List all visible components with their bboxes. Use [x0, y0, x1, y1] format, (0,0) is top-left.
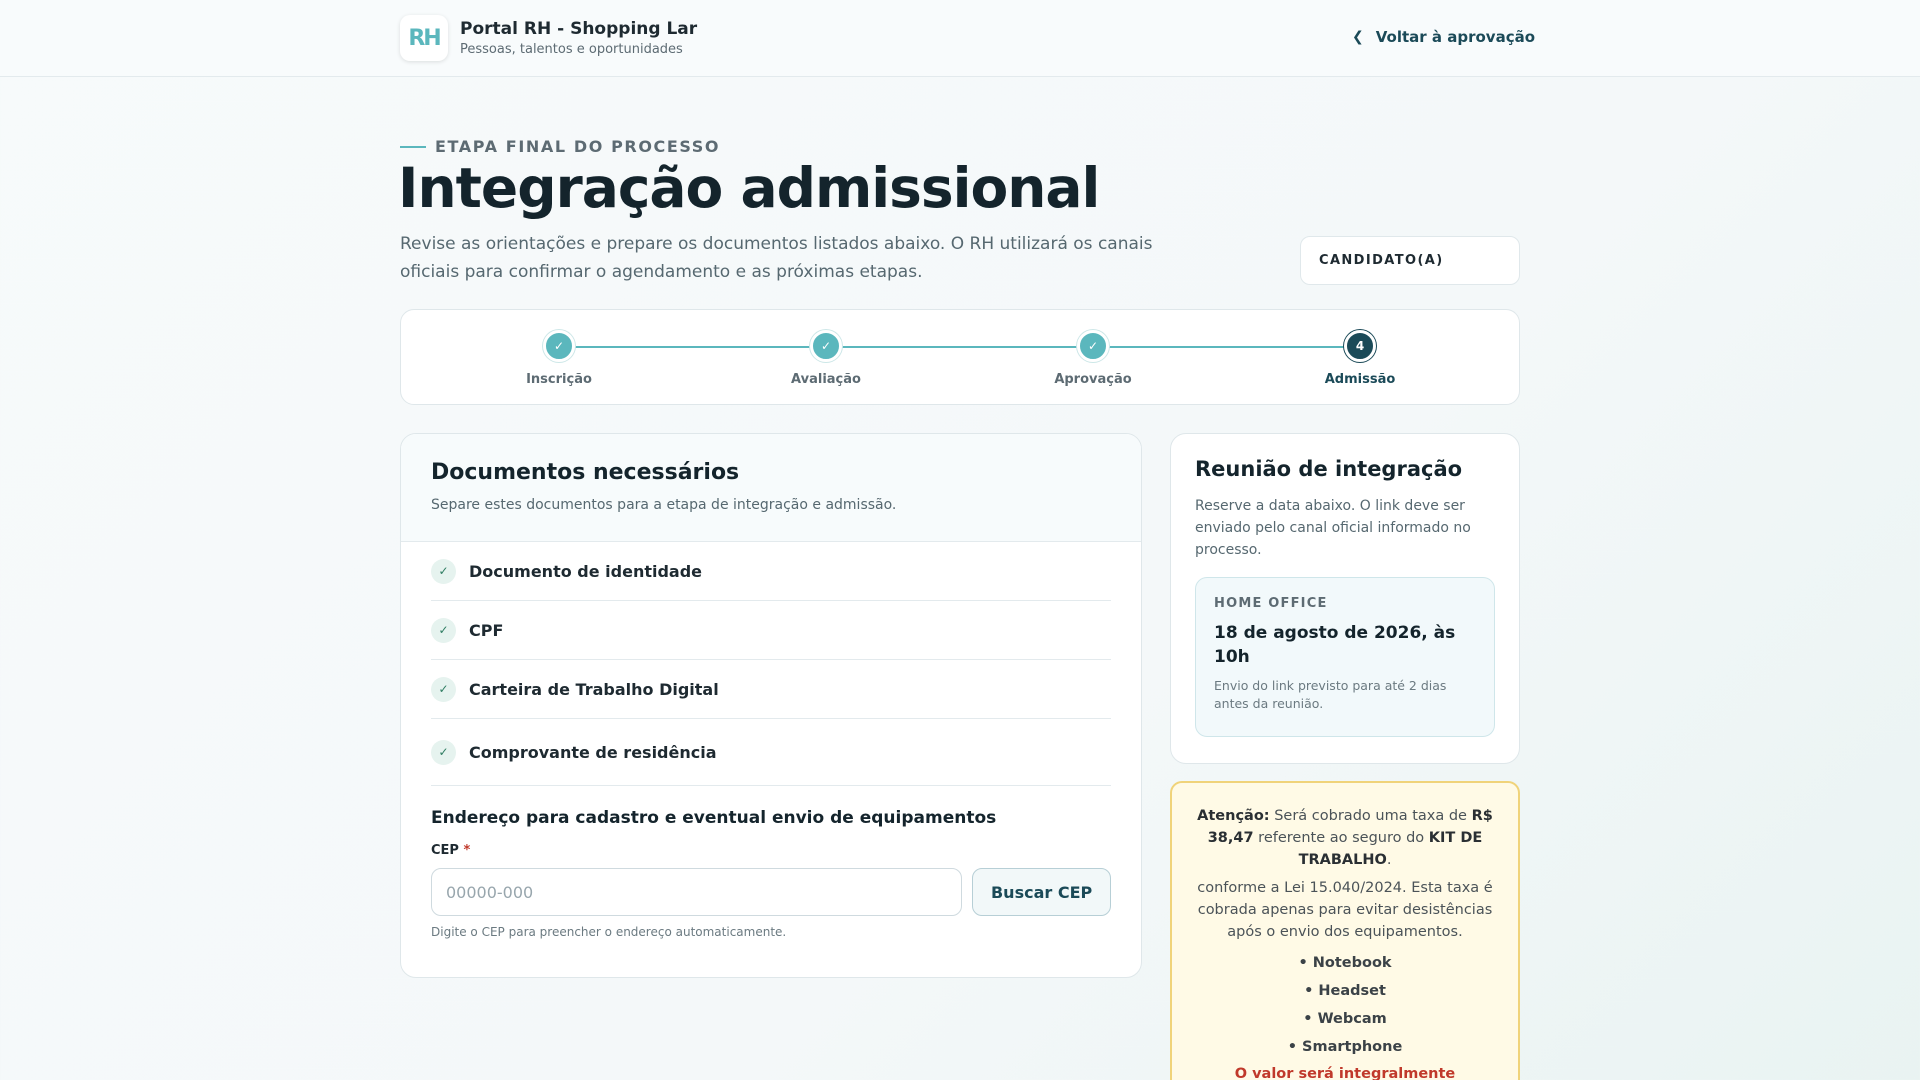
list-item: ✓ CPF [431, 601, 1111, 660]
warning-text-2: referente ao seguro do [1253, 830, 1429, 846]
documents-header: Documentos necessários Separe estes docu… [401, 434, 1141, 542]
list-item: ✓ Carteira de Trabalho Digital [431, 660, 1111, 719]
progress-stepper: ✓ Inscrição ✓ Avaliação ✓ Aprovação 4 Ad… [400, 309, 1520, 405]
equipment-list: • Notebook • Headset • Webcam • Smartpho… [1190, 949, 1500, 1061]
step-number-badge: 4 [1344, 330, 1376, 362]
step-label-current: Admissão [1324, 372, 1396, 387]
warning-text-1: Será cobrado uma taxa de [1269, 808, 1472, 824]
meeting-card: Reunião de integração Reserve a data aba… [1170, 433, 1520, 764]
warning-text-3: . [1386, 852, 1392, 868]
brand-name: Portal RH - Shopping Lar [460, 19, 698, 39]
check-icon: ✓ [431, 739, 456, 765]
cep-input[interactable] [431, 868, 963, 916]
step-check-icon: ✓ [543, 330, 575, 362]
list-item: • Smartphone [1287, 1039, 1403, 1055]
refund-notice: O valor será integralmente ressarcido [1234, 1066, 1456, 1080]
eyebrow-line [400, 145, 426, 148]
candidate-badge: CANDIDATO(A) [1300, 236, 1520, 285]
meeting-description: Reserve a data abaixo. O link deve ser e… [1195, 498, 1471, 558]
step-admissao: 4 Admissão [1290, 330, 1430, 387]
brand-text: Portal RH - Shopping Lar Pessoas, talent… [460, 19, 697, 57]
eyebrow: ETAPA FINAL DO PROCESSO [400, 137, 720, 156]
address-section-title: Endereço para cadastro e eventual envio … [431, 808, 997, 828]
rh-logo: RH [400, 15, 448, 61]
check-icon: ✓ [431, 617, 456, 643]
list-item: • Headset [1304, 983, 1386, 999]
brand: RH Portal RH - Shopping Lar Pessoas, tal… [400, 15, 697, 61]
warning-law-text: conforme a Lei 15.040/2024. Esta taxa é … [1197, 880, 1493, 940]
page-intro: Revise as orientações e prepare os docum… [400, 234, 1153, 282]
step-check-icon: ✓ [810, 330, 842, 362]
chevron-left-icon: ❮ [1352, 29, 1364, 45]
document-label: Comprovante de residência [469, 742, 717, 762]
cep-label-text: CEP [431, 843, 459, 858]
search-cep-button[interactable]: Buscar CEP [972, 868, 1111, 916]
documents-subtitle: Separe estes documentos para a etapa de … [431, 497, 897, 513]
document-label: Carteira de Trabalho Digital [469, 679, 719, 699]
meeting-note: Envio do link previsto para até 2 dias a… [1214, 678, 1447, 711]
brand-subtitle: Pessoas, talentos e oportunidades [460, 42, 683, 57]
stepper-track [559, 346, 1359, 348]
step-avaliacao: ✓ Avaliação [756, 330, 896, 387]
step-inscricao: ✓ Inscrição [489, 330, 629, 387]
meeting-mode-tag: HOME OFFICE [1214, 596, 1328, 611]
document-label: Documento de identidade [469, 561, 703, 581]
cep-help-text: Digite o CEP para preencher o endereço a… [431, 925, 787, 939]
cep-row: Buscar CEP [401, 868, 1141, 916]
list-item: ✓ Comprovante de residência [431, 719, 1111, 786]
top-bar: RH Portal RH - Shopping Lar Pessoas, tal… [0, 0, 1920, 77]
back-to-approval-link[interactable]: ❮ Voltar à aprovação [1352, 28, 1535, 46]
warning-label: Atenção: [1197, 808, 1270, 824]
list-item: • Webcam [1303, 1011, 1387, 1027]
meeting-date: 18 de agosto de 2026, às 10h [1214, 623, 1456, 667]
list-item: • Notebook [1298, 955, 1392, 971]
page-title: Integração admissional [398, 156, 1100, 220]
eyebrow-text: ETAPA FINAL DO PROCESSO [435, 137, 721, 156]
required-asterisk: * [463, 843, 471, 858]
cep-label: CEP * [401, 843, 1141, 858]
warning-paragraph: Atenção: Será cobrado uma taxa de R$ 38,… [1190, 805, 1500, 871]
list-item: ✓ Documento de identidade [431, 542, 1111, 601]
back-link-label: Voltar à aprovação [1375, 28, 1536, 46]
check-icon: ✓ [431, 676, 456, 702]
document-label: CPF [469, 620, 504, 640]
step-aprovacao: ✓ Aprovação [1023, 330, 1163, 387]
step-label: Avaliação [791, 372, 861, 387]
meeting-title: Reunião de integração [1195, 457, 1463, 481]
step-label: Aprovação [1054, 372, 1132, 387]
documents-title: Documentos necessários [431, 460, 740, 485]
documents-card: Documentos necessários Separe estes docu… [400, 433, 1142, 978]
documents-list: ✓ Documento de identidade ✓ CPF ✓ Cartei… [401, 542, 1141, 786]
check-icon: ✓ [431, 558, 456, 584]
fee-warning-card: Atenção: Será cobrado uma taxa de R$ 38,… [1170, 781, 1520, 1080]
step-label: Inscrição [526, 372, 592, 387]
meeting-details: HOME OFFICE 18 de agosto de 2026, às 10h… [1195, 577, 1495, 737]
step-check-icon: ✓ [1077, 330, 1109, 362]
